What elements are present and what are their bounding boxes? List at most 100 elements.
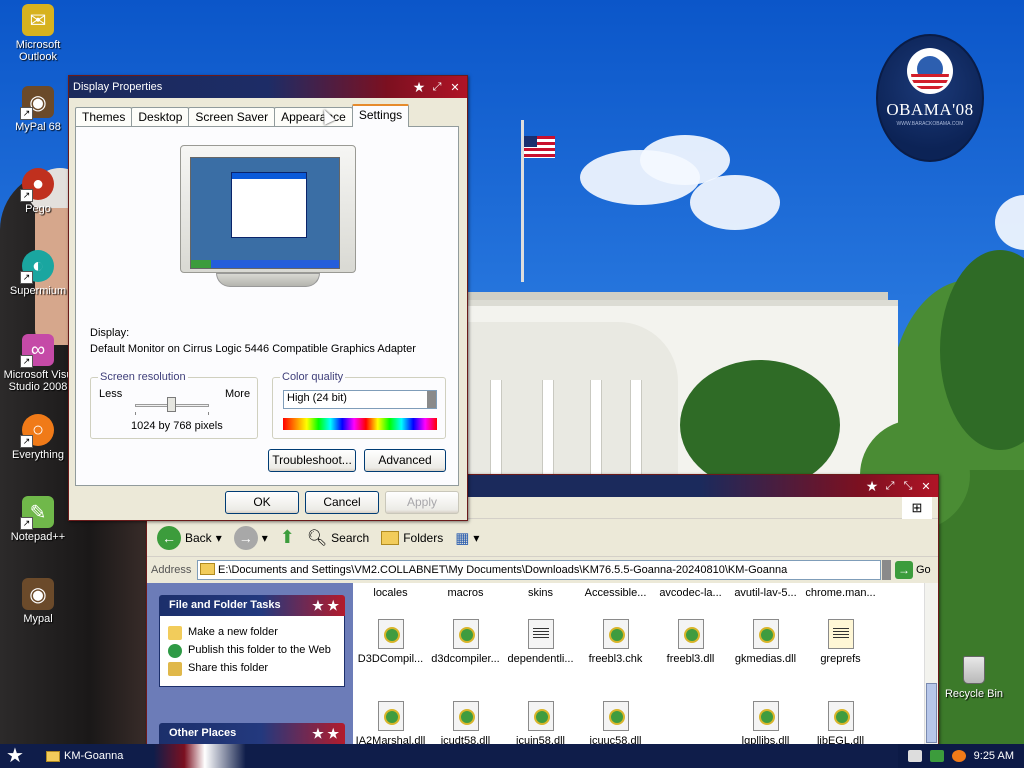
everything-tray-icon[interactable] <box>951 750 966 762</box>
dll-file-icon <box>377 701 404 731</box>
file-item[interactable]: macros <box>428 587 503 599</box>
dialog-titlebar[interactable]: Display Properties ★ ⤢ ✕ <box>69 76 467 98</box>
desktop-icon-mypal68[interactable]: ◉ MyPal 68 <box>0 86 76 133</box>
file-item[interactable]: dependentli... <box>503 619 578 665</box>
visual-studio-icon: ∞ <box>20 334 54 368</box>
explorer-content: File and Folder Tasks ★ ★ Make a new fol… <box>147 583 938 745</box>
everything-icon: ○ <box>20 414 54 448</box>
ok-button[interactable]: OK <box>225 491 299 514</box>
help-button[interactable]: ⤢ <box>429 79 445 95</box>
file-item[interactable]: Accessible... <box>578 587 653 599</box>
dll-file-icon <box>527 701 554 731</box>
star-icon: ★ <box>865 477 879 494</box>
minimize-button[interactable]: ⤢ <box>882 478 898 494</box>
explorer-toolbar: ← Back ▾ → ▾ ⬆ 🔍︎ Search Folders ▦ ▾ <box>147 519 938 557</box>
search-button[interactable]: 🔍︎ Search <box>303 523 373 553</box>
file-item[interactable]: icuuc58.dll <box>578 701 653 745</box>
taskbar-item-km-goanna[interactable]: KM-Goanna <box>42 746 202 766</box>
dll-file-icon <box>827 701 854 731</box>
tab-appearance[interactable]: Appearance <box>274 107 353 126</box>
file-item[interactable]: freebl3.dll <box>653 619 728 665</box>
desktop-icon-recycle-bin[interactable]: Recycle Bin <box>944 656 1004 700</box>
advanced-button[interactable]: Advanced <box>364 449 446 472</box>
scrollbar-thumb[interactable] <box>926 683 937 743</box>
tab-themes[interactable]: Themes <box>75 107 133 126</box>
clock[interactable]: 9:25 AM <box>974 750 1014 762</box>
close-button[interactable]: ✕ <box>918 478 934 494</box>
chevron-down-icon: ▾ <box>473 530 480 545</box>
folders-button[interactable]: Folders <box>377 523 447 553</box>
color-spectrum-preview <box>283 418 437 430</box>
close-button[interactable]: ✕ <box>447 79 463 95</box>
resolution-slider-thumb[interactable] <box>167 397 176 412</box>
script-file-icon <box>827 619 854 649</box>
file-item[interactable]: chrome.man... <box>803 587 878 599</box>
desktop-icon-mypal[interactable]: ◉ Mypal <box>0 578 76 625</box>
forward-button[interactable]: → ▾ <box>230 523 272 553</box>
address-input[interactable]: E:\Documents and Settings\VM2.COLLABNET\… <box>197 560 881 580</box>
settings-panel: Display: Default Monitor on Cirrus Logic… <box>75 126 459 486</box>
file-item[interactable]: gkmedias.dll <box>728 619 803 665</box>
display-label: Display: <box>90 327 130 339</box>
share-folder-link[interactable]: Share this folder <box>168 662 336 676</box>
tab-strip: Themes Desktop Screen Saver Appearance S… <box>75 104 410 127</box>
file-item[interactable]: skins <box>503 587 578 599</box>
folder-icon <box>46 750 60 762</box>
file-item[interactable]: D3DCompil... <box>353 619 428 665</box>
desktop-icon-everything[interactable]: ○ Everything <box>0 414 76 461</box>
file-item[interactable]: IA2Marshal.dll <box>353 701 428 745</box>
keyboard-icon[interactable] <box>907 750 922 762</box>
desktop-icon-notepadpp[interactable]: ✎ Notepad++ <box>0 496 76 543</box>
dll-file-icon <box>752 701 779 731</box>
panel-header[interactable]: File and Folder Tasks ★ ★ <box>159 595 345 616</box>
make-new-folder-link[interactable]: Make a new folder <box>168 626 336 640</box>
address-dropdown-button[interactable] <box>882 560 891 580</box>
forward-arrow-icon: → <box>233 525 258 550</box>
file-item[interactable]: locales <box>353 587 428 599</box>
start-button[interactable]: ★ <box>0 744 30 768</box>
network-icon[interactable] <box>929 750 944 762</box>
cancel-button[interactable]: Cancel <box>305 491 379 514</box>
file-item[interactable]: avutil-lav-5... <box>728 587 803 599</box>
vertical-scrollbar[interactable] <box>924 583 938 745</box>
file-item[interactable]: icudt58.dll <box>428 701 503 745</box>
file-item[interactable]: freebl3.chk <box>578 619 653 665</box>
chevron-down-icon: ▾ <box>261 530 268 545</box>
obama-logo-icon <box>907 48 953 94</box>
task-pane: File and Folder Tasks ★ ★ Make a new fol… <box>147 583 353 745</box>
back-button[interactable]: ← Back ▾ <box>153 523 226 553</box>
apply-button[interactable]: Apply <box>385 491 459 514</box>
dll-file-icon <box>452 619 479 649</box>
document-file-icon <box>527 619 554 649</box>
tab-settings[interactable]: Settings <box>351 104 410 127</box>
file-item[interactable]: libEGL.dll <box>803 701 878 745</box>
desktop-icon-pego[interactable]: ● Pego <box>0 168 76 215</box>
up-folder-button[interactable]: ⬆ <box>276 523 299 553</box>
star-icon: ★ <box>412 78 426 95</box>
recycle-bin-icon <box>963 656 985 684</box>
chevron-down-icon: ▾ <box>215 530 222 545</box>
color-quality-group: Color quality High (24 bit) <box>272 371 446 439</box>
views-button[interactable]: ▦ ▾ <box>451 523 483 553</box>
file-item[interactable]: icuin58.dll <box>503 701 578 745</box>
panel-header[interactable]: Other Places ★ ★ <box>159 723 345 744</box>
file-item[interactable]: avcodec-la... <box>653 587 728 599</box>
file-item[interactable]: greprefs <box>803 619 878 665</box>
desktop-icon-supermium[interactable]: ◐ Supermium <box>0 250 76 297</box>
color-quality-select[interactable]: High (24 bit) <box>283 390 437 409</box>
tab-screen-saver[interactable]: Screen Saver <box>188 107 276 126</box>
file-folder-tasks-panel: File and Folder Tasks ★ ★ Make a new fol… <box>159 595 345 687</box>
maximize-button[interactable]: ⤡ <box>900 478 916 494</box>
display-properties-dialog: Display Properties ★ ⤢ ✕ Themes Desktop … <box>68 75 468 521</box>
dll-file-icon <box>677 619 704 649</box>
troubleshoot-button[interactable]: Troubleshoot... <box>268 449 356 472</box>
monitor-preview <box>180 145 356 287</box>
file-item[interactable]: d3dcompiler... <box>428 619 503 665</box>
go-button[interactable]: → Go <box>895 561 931 579</box>
file-item[interactable]: lgpllibs.dll <box>728 701 803 745</box>
desktop-icon-visual-studio[interactable]: ∞ Microsoft Visu Studio 2008 <box>0 334 76 393</box>
globe-icon <box>168 644 182 658</box>
publish-folder-link[interactable]: Publish this folder to the Web <box>168 644 336 658</box>
tab-desktop[interactable]: Desktop <box>131 107 190 126</box>
desktop-icon-outlook[interactable]: ✉ Microsoft Outlook <box>0 4 76 63</box>
